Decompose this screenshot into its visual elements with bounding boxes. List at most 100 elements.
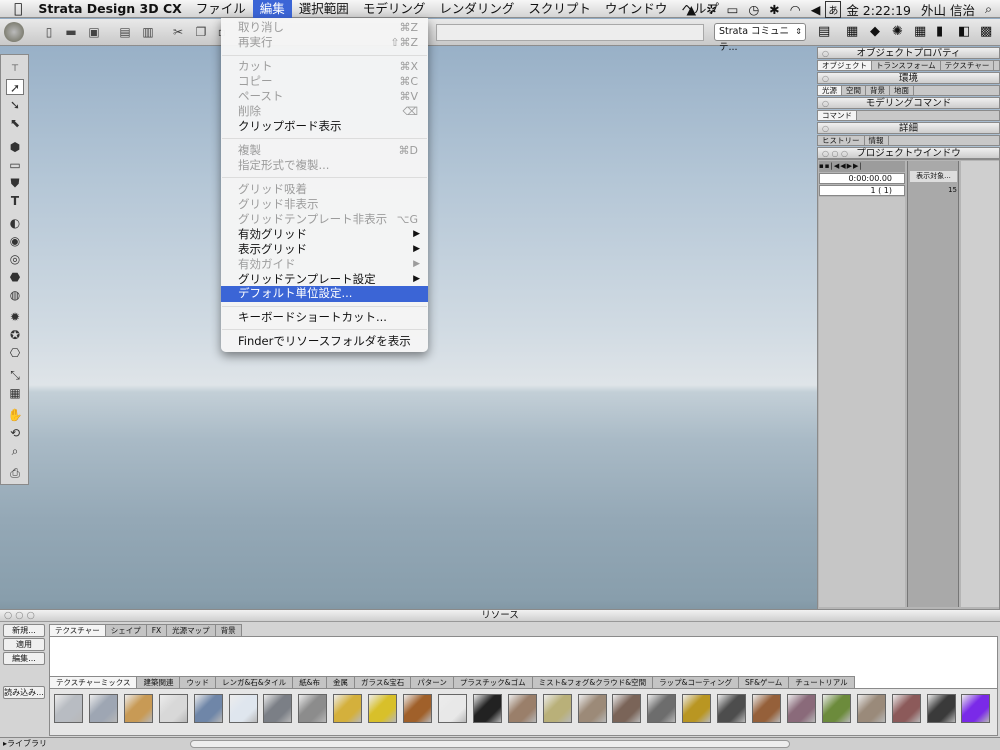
render-tool-icon[interactable]: ⎙ bbox=[6, 465, 24, 481]
import-icon[interactable]: ▤ bbox=[117, 24, 133, 40]
light-icon[interactable]: ✺ bbox=[892, 24, 903, 39]
texture-swatch[interactable] bbox=[821, 694, 851, 723]
panel-icon[interactable]: ▤ bbox=[818, 24, 830, 39]
display-icon[interactable]: ▭ bbox=[722, 2, 744, 17]
tab-object[interactable]: オブジェクト bbox=[818, 61, 872, 70]
tab-history[interactable]: ヒストリー bbox=[818, 136, 865, 145]
menu-item-delete[interactable]: 削除 ⌫ bbox=[221, 104, 428, 119]
menu-script[interactable]: スクリプト bbox=[521, 0, 598, 18]
tab-wrap-coating[interactable]: ラップ&コーティング bbox=[652, 676, 740, 688]
new-resource-button[interactable]: 新規... bbox=[3, 624, 45, 637]
texture-swatch[interactable] bbox=[54, 694, 83, 723]
tab-texture[interactable]: テクスチャー bbox=[941, 61, 995, 70]
texture-swatch[interactable] bbox=[961, 694, 991, 723]
sweep-tool-icon[interactable]: ◎ bbox=[6, 251, 24, 267]
tab-mist-fog[interactable]: ミスト&フォグ&クラウド&空間 bbox=[531, 676, 654, 688]
timeline-column[interactable]: 表示対象... 15 bbox=[907, 161, 959, 607]
library-scrollbar[interactable] bbox=[190, 740, 790, 748]
project-window-title[interactable]: ○ ○ ○ プロジェクトウインドウ bbox=[817, 147, 1000, 159]
menu-modeling[interactable]: モデリング bbox=[356, 0, 433, 18]
apply-resource-button[interactable]: 適用 bbox=[3, 638, 45, 651]
layers-icon[interactable]: ▦ bbox=[846, 24, 858, 39]
texture-swatch[interactable] bbox=[437, 694, 467, 723]
grid-tool-icon[interactable]: ▦ bbox=[6, 385, 24, 401]
load-resource-button[interactable]: 読み込み... bbox=[3, 686, 45, 699]
object-icon[interactable]: ◆ bbox=[870, 24, 880, 39]
light-tool-icon[interactable]: ✹ bbox=[6, 309, 24, 325]
boolean-tool-icon[interactable]: ⬣ bbox=[6, 269, 24, 285]
cube-tool-icon[interactable]: ⬢ bbox=[6, 139, 24, 155]
save-icon[interactable]: ▣ bbox=[86, 24, 102, 40]
tab-info[interactable]: 情報 bbox=[865, 136, 889, 145]
tab-command[interactable]: コマンド bbox=[818, 111, 857, 120]
rotate-view-tool-icon[interactable]: ⟲ bbox=[6, 425, 24, 441]
tab-pattern[interactable]: パターン bbox=[410, 676, 454, 688]
menu-item-active-guide[interactable]: 有効ガイド ▶ bbox=[221, 257, 428, 272]
keyframe-column[interactable] bbox=[961, 161, 999, 607]
playback-controls[interactable]: ▪▪|◀◀▶▶| bbox=[819, 161, 905, 172]
group-tool-icon[interactable]: ⬉ bbox=[6, 115, 24, 131]
tab-light[interactable]: 光源 bbox=[818, 86, 842, 95]
tab-space[interactable]: 空間 bbox=[842, 86, 866, 95]
menu-item-copy[interactable]: コピー ⌘C bbox=[221, 74, 428, 89]
menu-select[interactable]: 選択範囲 bbox=[292, 0, 356, 18]
tab-backgrounds[interactable]: 背景 bbox=[214, 624, 242, 636]
render-icon[interactable]: ▮ bbox=[936, 24, 943, 39]
camera-tool-icon[interactable]: ⎔ bbox=[6, 345, 24, 361]
rect-tool-icon[interactable]: ▭ bbox=[6, 157, 24, 173]
menu-item-duplicate[interactable]: 複製 ⌘D bbox=[221, 143, 428, 158]
input-mode[interactable]: あ bbox=[825, 0, 842, 18]
menu-item-paste[interactable]: ペースト ⌘V bbox=[221, 89, 428, 104]
menu-item-display-grid[interactable]: 表示グリッド ▶ bbox=[221, 242, 428, 257]
community-combo[interactable]: Strata コミュニテ... ⇕ bbox=[714, 23, 806, 53]
tab-background[interactable]: 背景 bbox=[866, 86, 890, 95]
texture-swatch[interactable] bbox=[786, 694, 816, 723]
grid-icon[interactable]: ▦ bbox=[914, 24, 926, 39]
texture-swatch[interactable] bbox=[647, 694, 677, 723]
copy-icon[interactable]: ❐ bbox=[193, 24, 209, 40]
texture-swatch[interactable] bbox=[298, 694, 328, 723]
texture-swatch[interactable] bbox=[123, 694, 153, 723]
tab-paper-cloth[interactable]: 紙&布 bbox=[292, 676, 328, 688]
texture-swatch[interactable] bbox=[717, 694, 747, 723]
texture-swatch[interactable] bbox=[403, 694, 432, 723]
tab-plastic-rubber[interactable]: プラスチック&ゴム bbox=[452, 676, 533, 688]
texture-swatch[interactable] bbox=[368, 694, 398, 723]
wifi-icon[interactable]: ◠ bbox=[785, 2, 806, 17]
user-name[interactable]: 外山 信治 bbox=[916, 0, 980, 19]
edit-resource-button[interactable]: 編集... bbox=[3, 652, 45, 665]
tab-fx[interactable]: FX bbox=[145, 624, 168, 636]
tab-wood[interactable]: ウッド bbox=[179, 676, 216, 688]
volume-icon[interactable]: ◀ bbox=[806, 2, 826, 17]
deform-tool-icon[interactable]: ◍ bbox=[6, 287, 24, 303]
open-folder-icon[interactable]: ▬ bbox=[63, 24, 79, 40]
tab-texture-mix[interactable]: テクスチャーミックス bbox=[49, 676, 138, 688]
resources-title[interactable]: ○ ○ ○ リソース bbox=[0, 610, 1000, 622]
menu-item-hide-grid[interactable]: グリッド非表示 bbox=[221, 197, 428, 212]
texture-swatch[interactable] bbox=[88, 694, 118, 723]
tab-architecture[interactable]: 建築関連 bbox=[136, 676, 181, 688]
menu-item-duplicate-special[interactable]: 指定形式で複製... bbox=[221, 158, 428, 173]
menu-item-cut[interactable]: カット ⌘X bbox=[221, 59, 428, 74]
scissors-icon[interactable]: ✂ bbox=[170, 24, 186, 40]
texture-swatch[interactable] bbox=[263, 694, 293, 723]
tab-glass-gem[interactable]: ガラス&宝石 bbox=[354, 676, 412, 688]
time-machine-icon[interactable]: ◷ bbox=[743, 2, 764, 17]
menu-item-active-grid[interactable]: 有効グリッド ▶ bbox=[221, 227, 428, 242]
menu-item-redo[interactable]: 再実行 ⇧⌘Z bbox=[221, 35, 428, 50]
gear-icon[interactable]: ✲ bbox=[701, 2, 721, 17]
bluetooth-icon[interactable]: ✱ bbox=[764, 2, 784, 17]
tab-lightmaps[interactable]: 光源マップ bbox=[166, 624, 216, 636]
texture-swatch[interactable] bbox=[577, 694, 607, 723]
tab-sf-game[interactable]: SF&ゲーム bbox=[738, 676, 790, 688]
menu-file[interactable]: ファイル bbox=[189, 0, 253, 18]
menu-edit[interactable]: 編集 bbox=[252, 0, 292, 18]
menu-rendering[interactable]: レンダリング bbox=[432, 0, 521, 18]
clock[interactable]: 金 2:22:19 bbox=[841, 0, 916, 19]
paint-tool-icon[interactable]: ⛊ bbox=[6, 175, 24, 191]
photoshop-icon[interactable]: ▥ bbox=[140, 24, 156, 40]
new-doc-icon[interactable]: ▯ bbox=[41, 24, 57, 40]
texture-swatch[interactable] bbox=[891, 694, 921, 723]
texture-swatch[interactable] bbox=[682, 694, 712, 723]
texture-swatch[interactable] bbox=[158, 694, 188, 723]
